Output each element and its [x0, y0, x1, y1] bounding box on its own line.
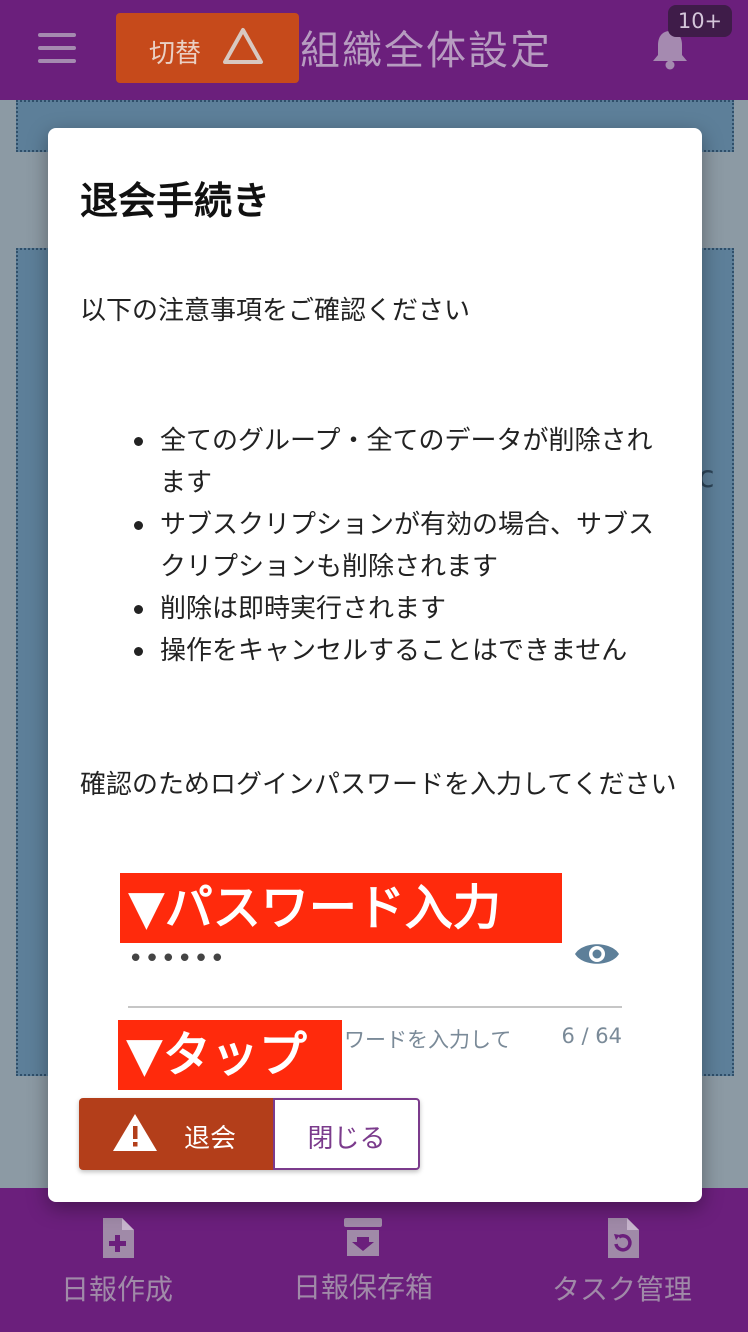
caution-item: サブスクリプションが有効の場合、サブスクリプションも削除されます: [134, 504, 674, 588]
warning-icon: [113, 1114, 157, 1151]
nav-task-management[interactable]: タスク管理: [544, 1218, 700, 1308]
dialog-title: 退会手続き: [80, 179, 271, 223]
caution-item: 操作をキャンセルすることはできません: [134, 630, 674, 672]
password-value: ••••••: [128, 944, 227, 974]
withdraw-button[interactable]: 退会: [79, 1098, 274, 1170]
app-header: 切替 組織全体設定 10+: [0, 0, 748, 100]
password-underline: [128, 1006, 622, 1008]
archive-icon: [344, 1218, 382, 1256]
annotation-password-input: ▼パスワード入力: [120, 873, 562, 943]
nav-daily-report-archive[interactable]: 日報保存箱: [278, 1218, 448, 1306]
annotation-tap: ▼タップ: [118, 1020, 342, 1090]
caution-list: 全てのグループ・全てのデータが削除されます サブスクリプションが有効の場合、サブ…: [134, 420, 674, 672]
file-refresh-icon: [608, 1218, 639, 1258]
password-instruction: 確認のためログインパスワードを入力してください: [80, 770, 677, 800]
password-hint: ワードを入力して: [344, 1028, 512, 1052]
nav-label: 日報作成: [60, 1273, 173, 1306]
password-counter: 6 / 64: [561, 1024, 622, 1048]
close-button-label: 閉じる: [307, 1124, 386, 1154]
eye-icon[interactable]: [574, 938, 620, 970]
file-plus-icon: [103, 1218, 134, 1258]
menu-icon[interactable]: [38, 33, 78, 63]
bottom-navigation: 日報作成 日報保存箱 タスク管理: [0, 1188, 748, 1332]
withdraw-button-label: 退会: [184, 1124, 237, 1154]
notification-badge: 10+: [668, 5, 732, 37]
switch-button-label: 切替: [149, 39, 202, 69]
dialog-intro-text: 以下の注意事項をご確認ください: [80, 296, 471, 326]
nav-label: 日報保存箱: [292, 1271, 433, 1304]
caution-item: 全てのグループ・全てのデータが削除されます: [134, 420, 674, 504]
warning-outline-icon: [223, 28, 263, 64]
close-button[interactable]: 閉じる: [273, 1098, 420, 1170]
nav-label: タスク管理: [551, 1273, 692, 1306]
dialog-actions: 退会 閉じる: [79, 1098, 420, 1170]
nav-daily-report-create[interactable]: 日報作成: [42, 1218, 192, 1308]
switch-button[interactable]: 切替: [116, 13, 299, 83]
page-title: 組織全体設定: [300, 28, 552, 74]
caution-item: 削除は即時実行されます: [134, 588, 674, 630]
